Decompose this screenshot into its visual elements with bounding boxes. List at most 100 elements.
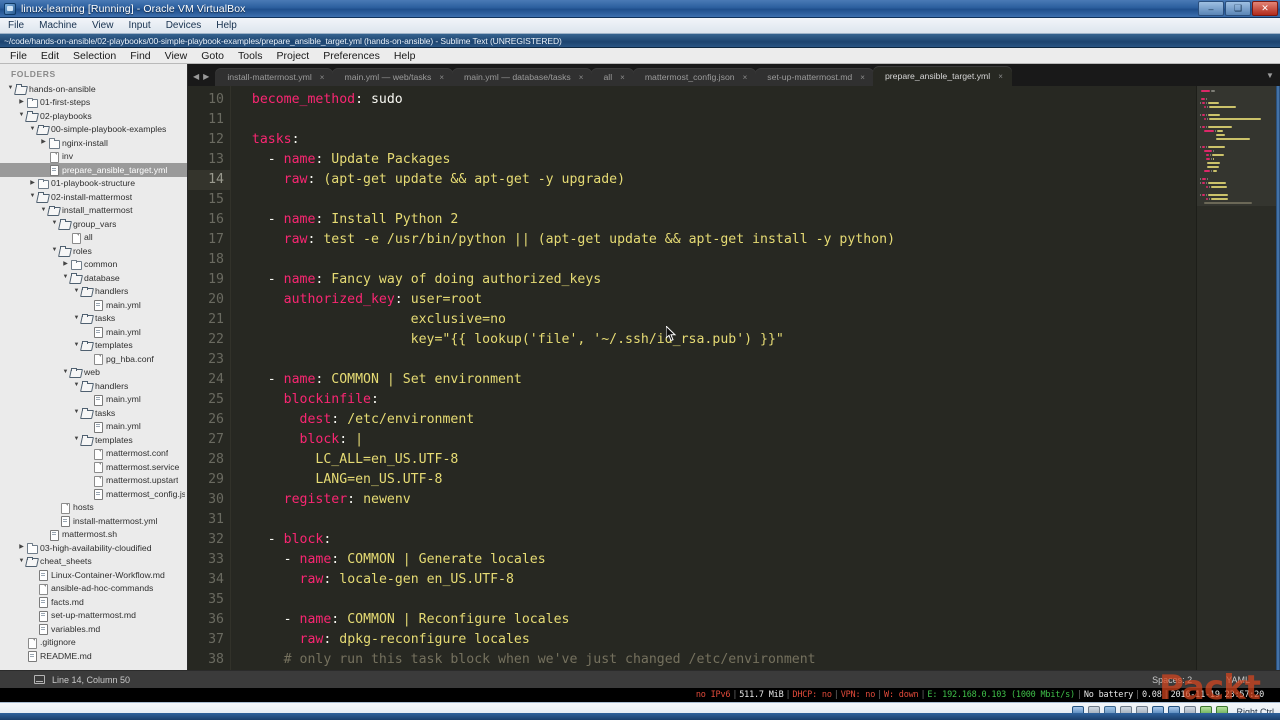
sidebar-item[interactable]: · main.yml bbox=[0, 298, 187, 312]
vbox-menu-item-input[interactable]: Input bbox=[128, 20, 150, 31]
tab-close-icon[interactable]: × bbox=[743, 73, 748, 82]
sidebar-item[interactable]: ▼ 02-playbooks bbox=[0, 109, 187, 123]
code-line[interactable] bbox=[236, 590, 1236, 610]
sidebar-item[interactable]: ▶ common bbox=[0, 258, 187, 272]
sidebar-item[interactable]: · pg_hba.conf bbox=[0, 352, 187, 366]
tab-close-icon[interactable]: × bbox=[620, 73, 625, 82]
sidebar-item[interactable]: ▼ tasks bbox=[0, 312, 187, 326]
sidebar-item[interactable]: · .gitignore bbox=[0, 636, 187, 650]
sublime-menu-item-edit[interactable]: Edit bbox=[41, 50, 59, 62]
tab-prev-icon[interactable]: ◀ bbox=[193, 72, 199, 81]
code-line[interactable]: raw: test -e /usr/bin/python || (apt-get… bbox=[236, 230, 1236, 250]
tab-close-icon[interactable]: × bbox=[579, 73, 584, 82]
sidebar-item[interactable]: · main.yml bbox=[0, 325, 187, 339]
sidebar-item[interactable]: · facts.md bbox=[0, 595, 187, 609]
vbox-menu-item-view[interactable]: View bbox=[92, 20, 114, 31]
code-line[interactable]: raw: dpkg-reconfigure locales bbox=[236, 630, 1236, 650]
sidebar-file-tree[interactable]: FOLDERS ▼ hands-on-ansible ▶ 01-first-steps… bbox=[0, 64, 188, 670]
sidebar-item[interactable]: ▼ 00-simple-playbook-examples bbox=[0, 123, 187, 137]
code-line[interactable]: # only run this task block when we've ju… bbox=[236, 650, 1236, 670]
editor-tab[interactable]: install-mattermost.yml × bbox=[215, 68, 334, 86]
chevron-right-icon[interactable]: ▶ bbox=[61, 258, 70, 271]
sidebar-item[interactable]: ▼ handlers bbox=[0, 285, 187, 299]
sidebar-item[interactable]: · variables.md bbox=[0, 622, 187, 636]
sidebar-item[interactable]: · main.yml bbox=[0, 420, 187, 434]
sidebar-item[interactable]: ▶ 01-first-steps bbox=[0, 96, 187, 110]
code-line[interactable]: - name: Install Python 2 bbox=[236, 210, 1236, 230]
tab-nav-arrows[interactable]: ◀ ▶ bbox=[188, 72, 215, 86]
code-line[interactable]: tasks: bbox=[236, 130, 1236, 150]
code-text[interactable]: become_method: sudo tasks: - name: Updat… bbox=[236, 86, 1236, 670]
code-line[interactable] bbox=[236, 110, 1236, 130]
sublime-menu-item-find[interactable]: Find bbox=[130, 50, 150, 62]
minimap[interactable] bbox=[1196, 86, 1280, 670]
sidebar-item[interactable]: · all bbox=[0, 231, 187, 245]
editor-tab[interactable]: set-up-mattermost.md × bbox=[755, 68, 874, 86]
code-line[interactable]: key="{{ lookup('file', '~/.ssh/id_rsa.pu… bbox=[236, 330, 1236, 350]
sidebar-item[interactable]: ▼ group_vars bbox=[0, 217, 187, 231]
sidebar-item[interactable]: · mattermost.service bbox=[0, 460, 187, 474]
code-line[interactable] bbox=[236, 190, 1236, 210]
tab-close-icon[interactable]: × bbox=[860, 73, 865, 82]
sidebar-item[interactable]: ▼ roles bbox=[0, 244, 187, 258]
sidebar-item[interactable]: ▼ handlers bbox=[0, 379, 187, 393]
sidebar-item[interactable]: · README.md bbox=[0, 649, 187, 663]
sidebar-item[interactable]: · main.yml bbox=[0, 393, 187, 407]
code-line[interactable]: - block: bbox=[236, 530, 1236, 550]
sidebar-item[interactable]: · hosts bbox=[0, 501, 187, 515]
tab-close-icon[interactable]: × bbox=[320, 73, 325, 82]
code-line[interactable]: exclusive=no bbox=[236, 310, 1236, 330]
code-line[interactable]: - name: Fancy way of doing authorized_ke… bbox=[236, 270, 1236, 290]
code-line[interactable]: blockinfile: bbox=[236, 390, 1236, 410]
code-line[interactable]: - name: COMMON | Set environment bbox=[236, 370, 1236, 390]
code-line[interactable]: authorized_key: user=root bbox=[236, 290, 1236, 310]
editor-tab[interactable]: main.yml — database/tasks × bbox=[452, 68, 593, 86]
editor-tab[interactable]: mattermost_config.json × bbox=[632, 68, 757, 86]
sidebar-item[interactable]: ▼ templates bbox=[0, 433, 187, 447]
syntax-label[interactable]: YAML bbox=[1226, 675, 1250, 685]
tab-close-icon[interactable]: × bbox=[998, 72, 1003, 81]
sidebar-item[interactable]: ▼ 02-install-mattermost bbox=[0, 190, 187, 204]
vbox-menu-item-file[interactable]: File bbox=[8, 20, 24, 31]
sublime-menu-item-file[interactable]: File bbox=[10, 50, 27, 62]
sidebar-item[interactable]: · mattermost.sh bbox=[0, 528, 187, 542]
sublime-menu-item-project[interactable]: Project bbox=[277, 50, 310, 62]
sidebar-item[interactable]: ▼ install_mattermost bbox=[0, 204, 187, 218]
sidebar-item[interactable]: · mattermost_config.json bbox=[0, 487, 187, 501]
sublime-menu-item-preferences[interactable]: Preferences bbox=[323, 50, 380, 62]
sublime-menu-item-goto[interactable]: Goto bbox=[201, 50, 224, 62]
code-line[interactable]: become_method: sudo bbox=[236, 90, 1236, 110]
sidebar-item[interactable]: ▼ templates bbox=[0, 339, 187, 353]
sublime-menu-item-view[interactable]: View bbox=[165, 50, 188, 62]
editor-tab[interactable]: prepare_ansible_target.yml × bbox=[872, 66, 1012, 86]
sidebar-item[interactable]: · install-mattermost.yml bbox=[0, 514, 187, 528]
close-button[interactable]: ✕ bbox=[1252, 1, 1278, 16]
sidebar-item[interactable]: · set-up-mattermost.md bbox=[0, 609, 187, 623]
code-line[interactable]: LC_ALL=en_US.UTF-8 bbox=[236, 450, 1236, 470]
sidebar-item[interactable]: ▼ web bbox=[0, 366, 187, 380]
vbox-menu-item-help[interactable]: Help bbox=[216, 20, 237, 31]
code-line[interactable]: LANG=en_US.UTF-8 bbox=[236, 470, 1236, 490]
tab-next-icon[interactable]: ▶ bbox=[203, 72, 209, 81]
code-line[interactable]: - name: COMMON | Generate locales bbox=[236, 550, 1236, 570]
code-line[interactable]: raw: locale-gen en_US.UTF-8 bbox=[236, 570, 1236, 590]
tab-overflow-icon[interactable]: ▼ bbox=[1260, 71, 1280, 86]
minimap-scrollbar[interactable] bbox=[1276, 86, 1280, 670]
editor-tab[interactable]: main.yml — web/tasks × bbox=[332, 68, 454, 86]
sublime-menu-item-selection[interactable]: Selection bbox=[73, 50, 116, 62]
tab-close-icon[interactable]: × bbox=[439, 73, 444, 82]
code-line[interactable]: - name: Update Packages bbox=[236, 150, 1236, 170]
sidebar-item[interactable]: ▼ cheat_sheets bbox=[0, 555, 187, 569]
sidebar-item[interactable]: · inv bbox=[0, 150, 187, 164]
code-line[interactable] bbox=[236, 250, 1236, 270]
sidebar-item[interactable]: · mattermost.conf bbox=[0, 447, 187, 461]
sidebar-item[interactable]: ▼ hands-on-ansible bbox=[0, 82, 187, 96]
vbox-menu-item-devices[interactable]: Devices bbox=[166, 20, 202, 31]
sidebar-item[interactable]: ▼ database bbox=[0, 271, 187, 285]
sidebar-item[interactable]: ▶ nginx-install bbox=[0, 136, 187, 150]
chevron-right-icon[interactable]: ▶ bbox=[17, 96, 26, 109]
sidebar-item[interactable]: · Linux-Container-Workflow.md bbox=[0, 568, 187, 582]
sidebar-item[interactable]: ▶ 03-high-availability-cloudified bbox=[0, 541, 187, 555]
code-line[interactable]: register: newenv bbox=[236, 490, 1236, 510]
code-line[interactable] bbox=[236, 510, 1236, 530]
